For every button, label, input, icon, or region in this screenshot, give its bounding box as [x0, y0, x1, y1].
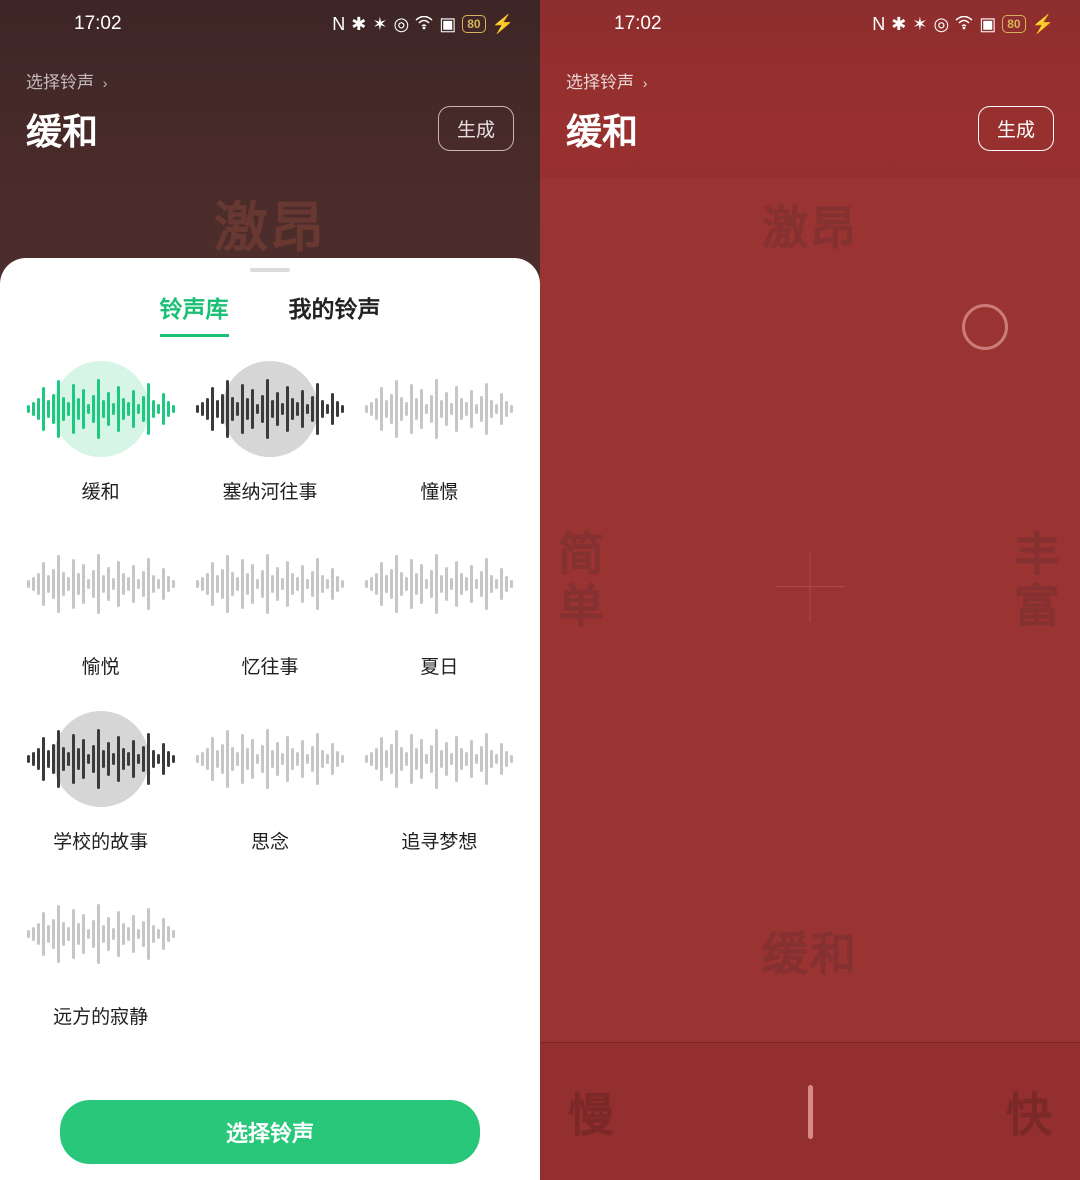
breadcrumb-label: 选择铃声 [566, 73, 634, 92]
ringtone-label: 远方的寂静 [53, 1002, 148, 1029]
mood-word-bg: 激昂 [0, 183, 540, 262]
ringtone-item[interactable]: 缓和 [16, 355, 185, 504]
ringtone-label: 憧憬 [420, 477, 458, 504]
phone-right: 17:02 N ✱ ✶ ◎ ▣ 80 ⚡ 选择铃声 › 缓和 生成 激昂 缓和 … [540, 0, 1080, 1180]
sheet-tabs: 铃声库 我的铃声 [0, 290, 540, 337]
location-icon: ◎ [393, 14, 409, 35]
bluetooth-icon: ✶ [372, 14, 387, 35]
nfc-icon: N [332, 14, 345, 35]
vibrate-icon: ✱ [351, 14, 366, 35]
status-bar: 17:02 N ✱ ✶ ◎ ▣ 80 ⚡ [540, 0, 1080, 48]
cast-icon: ▣ [979, 14, 996, 35]
location-icon: ◎ [933, 14, 949, 35]
waveform-icon [190, 355, 350, 463]
status-bar: 17:02 N ✱ ✶ ◎ ▣ 80 ⚡ [0, 0, 540, 48]
ringtone-item[interactable]: 忆往事 [185, 530, 354, 679]
generate-button[interactable]: 生成 [978, 106, 1054, 151]
waveform-icon [359, 705, 519, 813]
wifi-icon [415, 14, 433, 35]
tempo-slow-label: 慢 [568, 1079, 614, 1145]
ringtone-item[interactable]: 学校的故事 [16, 705, 185, 854]
status-time: 17:02 [614, 13, 662, 35]
ringtone-label: 缓和 [82, 477, 120, 504]
mood-label-bottom: 缓和 [762, 918, 858, 984]
ringtone-item[interactable]: 愉悦 [16, 530, 185, 679]
tempo-needle[interactable] [808, 1085, 813, 1139]
ringtone-label: 塞纳河往事 [222, 477, 317, 504]
select-ringtone-button[interactable]: 选择铃声 [60, 1100, 480, 1164]
mood-label-top: 激昂 [762, 192, 858, 258]
status-icons: N ✱ ✶ ◎ ▣ 80 ⚡ [332, 14, 514, 35]
battery-indicator: 80 [462, 15, 485, 33]
ringtone-item[interactable]: 追寻梦想 [355, 705, 524, 854]
tempo-fast-label: 快 [1006, 1079, 1052, 1145]
breadcrumb-label: 选择铃声 [26, 73, 94, 92]
battery-indicator: 80 [1002, 15, 1025, 33]
mood-selector-ring[interactable] [962, 304, 1008, 350]
vibrate-icon: ✱ [891, 14, 906, 35]
mood-label-right: 丰富 [1014, 528, 1062, 632]
charge-icon: ⚡ [492, 14, 514, 35]
breadcrumb[interactable]: 选择铃声 › [566, 68, 647, 93]
cast-icon: ▣ [439, 14, 456, 35]
ringtone-label: 思念 [251, 827, 289, 854]
ringtone-item[interactable]: 远方的寂静 [16, 880, 185, 1029]
waveform-icon [190, 705, 350, 813]
waveform-icon [21, 880, 181, 988]
ringtone-item[interactable]: 夏日 [355, 530, 524, 679]
ringtone-item[interactable]: 思念 [185, 705, 354, 854]
ringtone-label: 追寻梦想 [401, 827, 477, 854]
page-title: 缓和 [566, 111, 638, 152]
waveform-icon [359, 530, 519, 638]
waveform-icon [21, 705, 181, 813]
waveform-icon [190, 530, 350, 638]
nfc-icon: N [872, 14, 885, 35]
ringtone-label: 愉悦 [82, 652, 120, 679]
status-icons: N ✱ ✶ ◎ ▣ 80 ⚡ [872, 14, 1054, 35]
tab-my-ringtones[interactable]: 我的铃声 [289, 290, 381, 337]
bluetooth-icon: ✶ [912, 14, 927, 35]
ringtone-sheet: 铃声库 我的铃声 缓和 塞纳河往事 憧憬愉悦 忆往事 夏日学校的故事 思念 追寻梦想远方的寂… [0, 258, 540, 1180]
generate-button[interactable]: 生成 [438, 106, 514, 151]
mood-label-left: 简单 [558, 528, 606, 632]
ringtone-grid: 缓和 塞纳河往事 憧憬愉悦 忆往事 夏日学校的故事 思念 追寻梦想远方的寂静 [0, 337, 540, 1092]
header: 选择铃声 › 缓和 生成 [0, 48, 540, 155]
ringtone-label: 夏日 [420, 652, 458, 679]
waveform-icon [359, 355, 519, 463]
status-time: 17:02 [74, 13, 122, 35]
crosshair-vertical [810, 552, 811, 622]
page-title: 缓和 [26, 111, 98, 152]
sheet-drag-handle[interactable] [250, 268, 290, 272]
waveform-icon [21, 355, 181, 463]
phone-left: 17:02 N ✱ ✶ ◎ ▣ 80 ⚡ 选择铃声 › 缓和 生成 激昂 铃声库 [0, 0, 540, 1180]
ringtone-label: 忆往事 [241, 652, 298, 679]
wifi-icon [955, 14, 973, 35]
ringtone-item[interactable]: 憧憬 [355, 355, 524, 504]
ringtone-label: 学校的故事 [53, 827, 148, 854]
chevron-right-icon: › [103, 75, 108, 91]
breadcrumb[interactable]: 选择铃声 › [26, 68, 107, 93]
header: 选择铃声 › 缓和 生成 [540, 48, 1080, 155]
ringtone-item[interactable]: 塞纳河往事 [185, 355, 354, 504]
tab-library[interactable]: 铃声库 [160, 290, 229, 337]
chevron-right-icon: › [643, 75, 648, 91]
charge-icon: ⚡ [1032, 14, 1054, 35]
mood-pad[interactable]: 激昂 缓和 简单 丰富 慢 快 [540, 178, 1080, 1180]
waveform-icon [21, 530, 181, 638]
tempo-slider[interactable]: 慢 快 [540, 1042, 1080, 1180]
